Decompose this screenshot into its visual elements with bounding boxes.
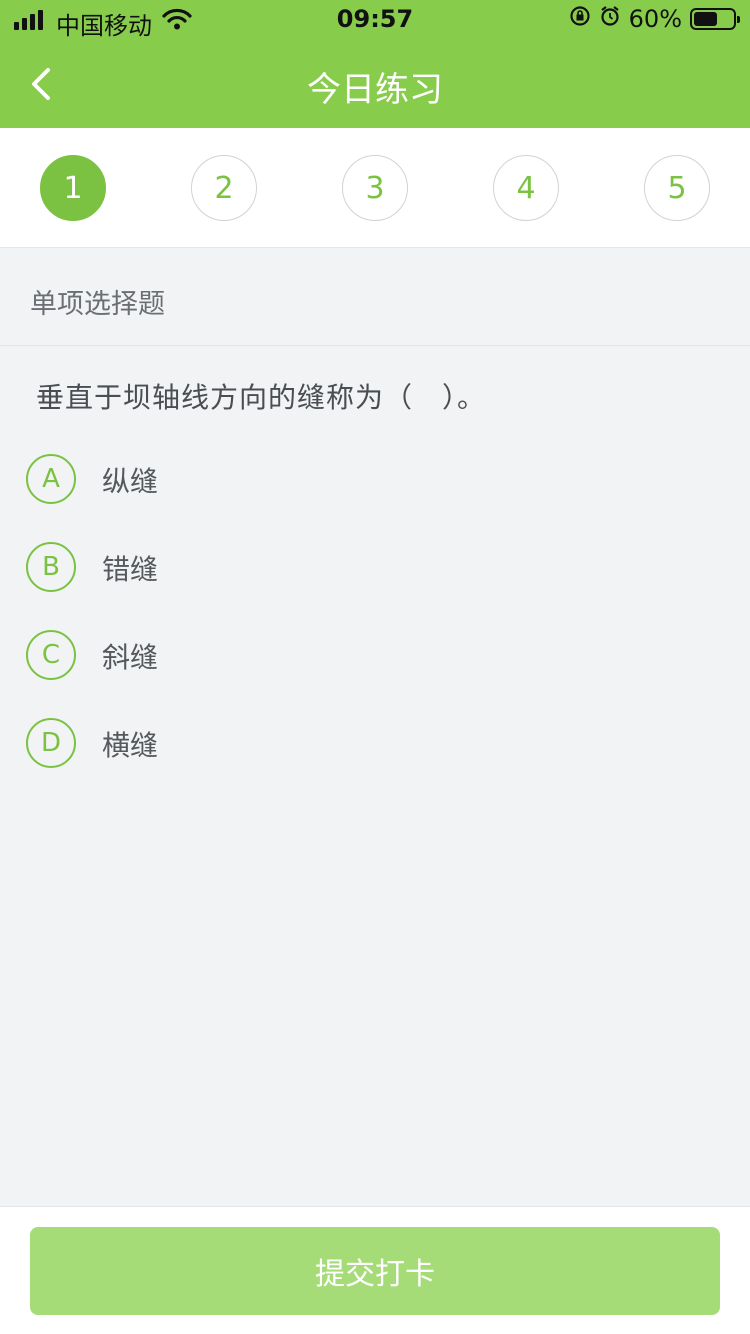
- step-3[interactable]: 3: [342, 155, 408, 221]
- option-c[interactable]: C 斜缝: [26, 630, 706, 680]
- option-text: 横缝: [102, 729, 159, 762]
- battery-icon: [690, 8, 740, 30]
- question-stepper: 1 2 3 4 5: [0, 128, 750, 248]
- top-bar: 中国移动 09:57 60% 今日练习: [0, 0, 750, 128]
- option-text: 纵缝: [102, 465, 159, 498]
- submit-checkin-button[interactable]: 提交打卡: [30, 1227, 720, 1315]
- bottom-bar: 提交打卡: [0, 1206, 750, 1334]
- option-b[interactable]: B 错缝: [26, 542, 706, 592]
- battery-percent: 60%: [628, 5, 682, 33]
- question-type-label: 单项选择题: [30, 289, 165, 320]
- option-text: 斜缝: [102, 641, 159, 674]
- option-letter: B: [26, 542, 76, 592]
- page-title: 今日练习: [307, 70, 443, 110]
- option-letter: A: [26, 454, 76, 504]
- alarm-icon: [599, 5, 621, 33]
- step-4[interactable]: 4: [493, 155, 559, 221]
- option-letter: C: [26, 630, 76, 680]
- step-5[interactable]: 5: [644, 155, 710, 221]
- question-text: 垂直于坝轴线方向的缝称为（ ）。: [36, 381, 487, 414]
- option-d[interactable]: D 横缝: [26, 718, 706, 768]
- option-a[interactable]: A 纵缝: [26, 454, 706, 504]
- nav-bar: 今日练习: [0, 40, 750, 128]
- question-type-header: 单项选择题: [0, 248, 750, 346]
- step-1[interactable]: 1: [40, 155, 106, 221]
- option-text: 错缝: [102, 553, 159, 586]
- status-bar: 中国移动 09:57 60%: [0, 0, 750, 40]
- option-letter: D: [26, 718, 76, 768]
- orientation-lock-icon: [569, 5, 591, 33]
- step-2[interactable]: 2: [191, 155, 257, 221]
